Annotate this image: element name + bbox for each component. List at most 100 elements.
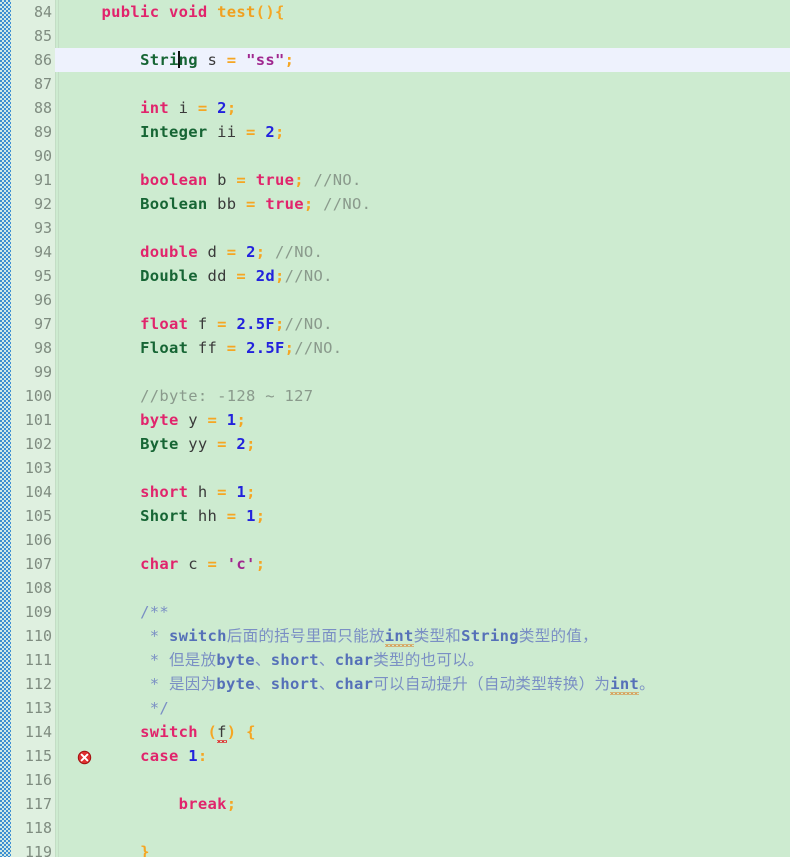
code-line[interactable]: 103 (0, 456, 790, 480)
code-editor[interactable]: 84 public void test(){ 85 86 String s = … (0, 0, 790, 857)
line-content[interactable]: public void test(){ (63, 0, 285, 24)
code-line[interactable]: 104 short h = 1; (0, 480, 790, 504)
token-number: 2 (265, 123, 275, 141)
token-javadoc-code: switch (168, 627, 227, 645)
line-content[interactable]: double d = 2; //NO. (63, 240, 323, 264)
token-identifier: hh (197, 507, 218, 525)
line-content[interactable]: short h = 1; (63, 480, 256, 504)
line-content[interactable]: Byte yy = 2; (63, 432, 256, 456)
code-line[interactable]: 94 double d = 2; //NO. (0, 240, 790, 264)
code-line[interactable]: 89 Integer ii = 2; (0, 120, 790, 144)
token-semicolon: ; (274, 267, 285, 285)
code-line[interactable]: 100 //byte: -128 ~ 127 (0, 384, 790, 408)
code-line[interactable]: 118 (0, 816, 790, 840)
line-content[interactable]: Float ff = 2.5F;//NO. (63, 336, 342, 360)
line-number: 113 (24, 699, 52, 717)
code-line-current[interactable]: 86 String s = "ss"; (0, 48, 790, 72)
code-line-error[interactable]: 114 switch (f) { (0, 720, 790, 765)
line-content[interactable]: byte y = 1; (63, 408, 246, 432)
code-line[interactable]: 96 (0, 288, 790, 312)
line-number: 100 (24, 387, 52, 405)
code-line[interactable]: 112 * 是因为byte、short、char可以自动提升（自动类型转换）为i… (0, 672, 790, 696)
code-line[interactable]: 108 (0, 576, 790, 600)
token-number: 2 (236, 435, 247, 453)
code-line[interactable]: 98 Float ff = 2.5F;//NO. (0, 336, 790, 360)
code-line[interactable]: 97 float f = 2.5F;//NO. (0, 312, 790, 336)
line-number: 118 (24, 819, 52, 837)
token-javadoc-code: byte (216, 651, 255, 669)
code-line[interactable]: 107 char c = 'c'; (0, 552, 790, 576)
line-number: 108 (24, 579, 52, 597)
line-content[interactable]: //byte: -128 ~ 127 (63, 384, 313, 408)
token-keyword: int (140, 99, 169, 117)
code-line[interactable]: 85 (0, 24, 790, 48)
code-line[interactable]: 111 * 但是放byte、short、char类型的也可以。 (0, 648, 790, 672)
code-line[interactable]: 87 (0, 72, 790, 96)
code-line[interactable]: 110 * switch后面的括号里面只能放int类型和String类型的值， (0, 624, 790, 648)
token-operator: = (217, 315, 227, 333)
token-identifier-error: f (217, 723, 227, 741)
line-content[interactable]: Integer ii = 2; (63, 120, 285, 144)
code-line[interactable]: 109 /** (0, 600, 790, 624)
code-line[interactable]: 102 Byte yy = 2; (0, 432, 790, 456)
code-line[interactable]: 101 byte y = 1; (0, 408, 790, 432)
code-line[interactable]: 93 (0, 216, 790, 240)
token-identifier: s (207, 51, 218, 69)
line-number: 111 (24, 651, 52, 669)
line-content[interactable]: * 是因为byte、short、char可以自动提升（自动类型转换）为int。 (63, 672, 655, 696)
line-content[interactable]: boolean b = true; //NO. (63, 168, 362, 192)
code-line[interactable]: 90 (0, 144, 790, 168)
code-line[interactable]: 84 public void test(){ (0, 0, 790, 24)
token-type: Double (140, 267, 198, 285)
code-line[interactable]: 91 boolean b = true; //NO. (0, 168, 790, 192)
line-content[interactable]: switch (f) { (63, 720, 256, 744)
token-semicolon: ; (284, 339, 295, 357)
token-number: 1 (236, 483, 247, 501)
token-comment: //NO. (313, 171, 362, 189)
line-content[interactable]: break; (63, 792, 237, 816)
token-semicolon: ; (226, 99, 237, 117)
line-number: 104 (24, 483, 52, 501)
code-line[interactable]: 88 int i = 2; (0, 96, 790, 120)
token-number: 2 (246, 243, 256, 261)
line-content[interactable]: int i = 2; (63, 96, 236, 120)
token-paren: ( (255, 3, 266, 21)
line-content[interactable]: float f = 2.5F;//NO. (63, 312, 333, 336)
token-javadoc-text: 、 (318, 651, 335, 669)
code-line[interactable]: 99 (0, 360, 790, 384)
line-content[interactable]: /** (63, 600, 169, 624)
line-content[interactable]: Boolean bb = true; //NO. (63, 192, 371, 216)
code-line[interactable]: 105 Short hh = 1; (0, 504, 790, 528)
line-content[interactable]: String s = "ss"; (63, 48, 294, 72)
line-content[interactable]: */ (63, 696, 169, 720)
annotation-marker-strip[interactable] (0, 0, 11, 857)
token-operator: = (217, 483, 227, 501)
code-line[interactable]: 95 Double dd = 2d;//NO. (0, 264, 790, 288)
line-content[interactable]: Short hh = 1; (63, 504, 265, 528)
token-javadoc-code: String (461, 627, 519, 645)
code-line[interactable]: 106 (0, 528, 790, 552)
line-number: 99 (33, 363, 52, 381)
token-comment: //NO. (294, 339, 343, 357)
token-keyword: byte (140, 411, 179, 429)
token-paren: ( (207, 723, 218, 741)
line-number: 94 (33, 243, 52, 261)
token-operator: = (226, 51, 237, 69)
code-line[interactable]: 113 */ (0, 696, 790, 720)
line-content[interactable]: * 但是放byte、short、char类型的也可以。 (63, 648, 484, 672)
code-line[interactable]: 119 } (0, 840, 790, 857)
line-content[interactable]: } (63, 840, 150, 857)
code-lines[interactable]: 84 public void test(){ 85 86 String s = … (0, 0, 790, 857)
line-content[interactable]: Double dd = 2d;//NO. (63, 264, 333, 288)
line-content[interactable]: char c = 'c'; (63, 552, 265, 576)
line-content[interactable]: * switch后面的括号里面只能放int类型和String类型的值， (63, 624, 598, 648)
code-line[interactable]: 92 Boolean bb = true; //NO. (0, 192, 790, 216)
token-semicolon: ; (236, 411, 247, 429)
line-number: 87 (33, 75, 52, 93)
code-line[interactable]: 117 break; (0, 792, 790, 816)
token-operator: = (226, 339, 237, 357)
token-semicolon: ; (255, 243, 266, 261)
code-line[interactable]: 116 (0, 768, 790, 792)
token-operator: = (226, 243, 237, 261)
code-line[interactable]: 115 case 1: (0, 744, 790, 768)
